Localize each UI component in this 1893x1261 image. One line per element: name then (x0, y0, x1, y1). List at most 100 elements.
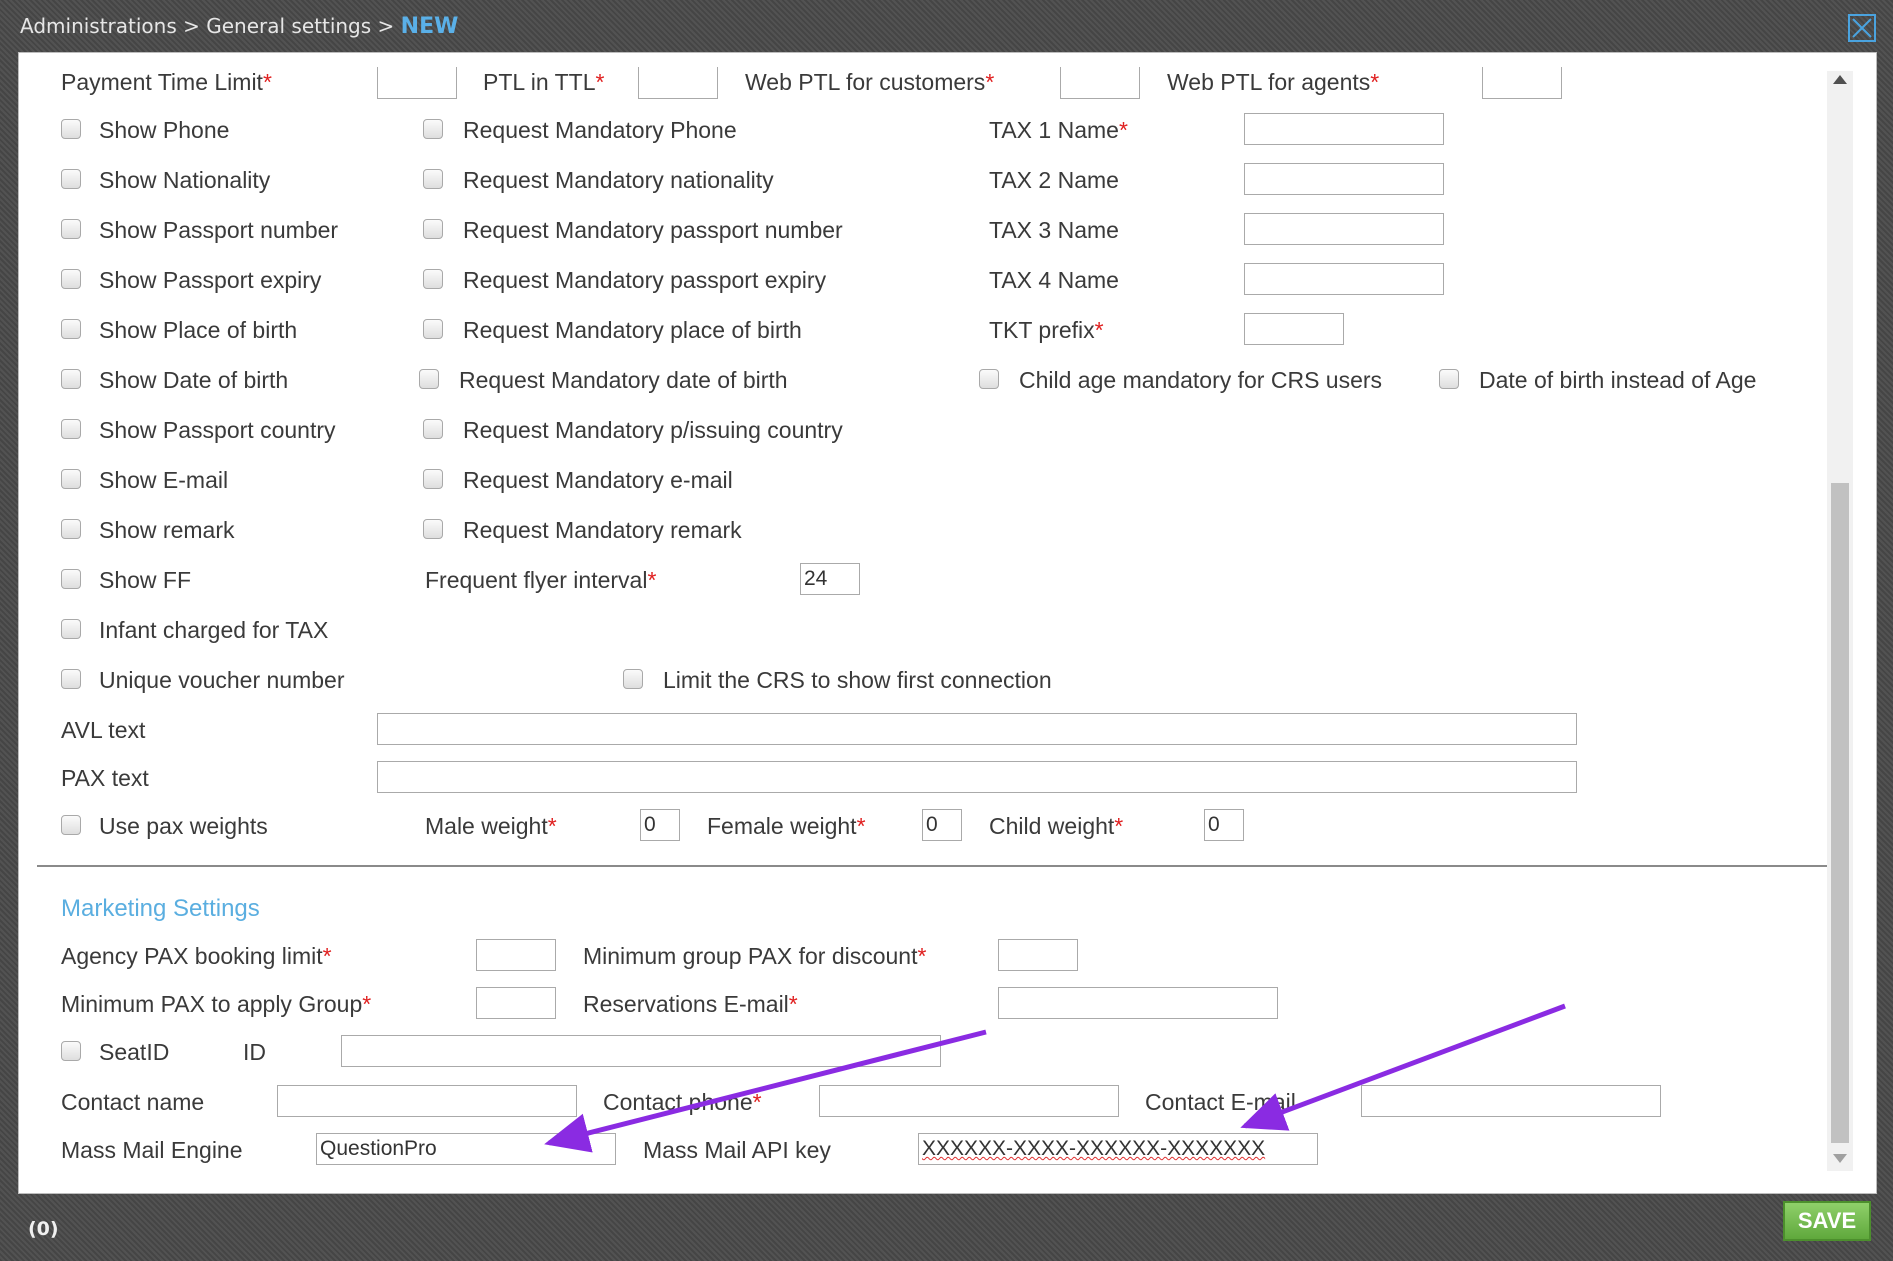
min-pax-group-label: Minimum PAX to apply Group* (61, 991, 372, 1017)
show-date-of-birth-label: Show Date of birth (99, 367, 289, 393)
tax2-label: TAX 2 Name (989, 167, 1119, 193)
show-place-of-birth-checkbox[interactable] (61, 319, 81, 339)
show-passport-country-label: Show Passport country (99, 417, 336, 443)
mandatory-issuing-country-checkbox[interactable] (423, 419, 443, 439)
scroll-down-icon[interactable] (1833, 1154, 1847, 1163)
min-group-pax-input[interactable] (998, 939, 1078, 971)
contact-email-input[interactable] (1361, 1085, 1661, 1117)
settings-panel: Payment Time Limit* PTL in TTL* Web PTL … (18, 52, 1877, 1194)
web-ptl-agents-label: Web PTL for agents* (1167, 69, 1380, 95)
status-count: (0) (28, 1218, 59, 1240)
mandatory-passport-number-checkbox[interactable] (423, 219, 443, 239)
payment-time-limit-input[interactable] (377, 67, 457, 99)
mandatory-phone-checkbox[interactable] (423, 119, 443, 139)
payment-time-limit-label: Payment Time Limit* (61, 69, 272, 95)
infant-charged-tax-checkbox[interactable] (61, 619, 81, 639)
show-phone-label: Show Phone (99, 117, 230, 143)
tax1-input[interactable] (1244, 113, 1444, 145)
frequent-flyer-input[interactable]: 24 (800, 563, 860, 595)
child-weight-input[interactable]: 0 (1204, 809, 1244, 841)
title-bar: Administrations > General settings > NEW (0, 0, 1893, 52)
mandatory-email-checkbox[interactable] (423, 469, 443, 489)
save-button[interactable]: SAVE (1783, 1201, 1871, 1241)
show-passport-expiry-checkbox[interactable] (61, 269, 81, 289)
min-pax-group-input[interactable] (476, 987, 556, 1019)
contact-email-label: Contact E-mail (1145, 1089, 1296, 1115)
mandatory-remark-label: Request Mandatory remark (463, 517, 742, 543)
show-email-checkbox[interactable] (61, 469, 81, 489)
unique-voucher-checkbox[interactable] (61, 669, 81, 689)
scroll-up-icon[interactable] (1833, 75, 1847, 84)
contact-name-label: Contact name (61, 1089, 205, 1115)
child-age-mandatory-label: Child age mandatory for CRS users (1019, 367, 1383, 393)
mandatory-passport-number-label: Request Mandatory passport number (463, 217, 843, 243)
tkt-prefix-label: TKT prefix* (989, 317, 1104, 343)
pax-text-input[interactable] (377, 761, 1577, 793)
reservations-email-input[interactable] (998, 987, 1278, 1019)
web-ptl-customers-input[interactable] (1060, 67, 1140, 99)
api-key-value: XXXXXX-XXXX-XXXXXX-XXXXXXX (922, 1137, 1266, 1160)
mandatory-passport-expiry-checkbox[interactable] (423, 269, 443, 289)
show-date-of-birth-checkbox[interactable] (61, 369, 81, 389)
mandatory-date-of-birth-checkbox[interactable] (419, 369, 439, 389)
mandatory-remark-checkbox[interactable] (423, 519, 443, 539)
use-pax-weights-checkbox[interactable] (61, 815, 81, 835)
tkt-prefix-input[interactable] (1244, 313, 1344, 345)
mandatory-phone-label: Request Mandatory Phone (463, 117, 737, 143)
mandatory-passport-expiry-label: Request Mandatory passport expiry (463, 267, 827, 293)
show-place-of-birth-label: Show Place of birth (99, 317, 298, 343)
unique-voucher-label: Unique voucher number (99, 667, 345, 693)
infant-charged-tax-label: Infant charged for TAX (99, 617, 329, 643)
mass-mail-api-key-input[interactable]: XXXXXX-XXXX-XXXXXX-XXXXXXX (918, 1133, 1318, 1165)
show-passport-expiry-label: Show Passport expiry (99, 267, 322, 293)
limit-crs-label: Limit the CRS to show first connection (663, 667, 1052, 693)
mandatory-issuing-country-label: Request Mandatory p/issuing country (463, 417, 843, 443)
web-ptl-agents-input[interactable] (1482, 67, 1562, 99)
show-passport-number-checkbox[interactable] (61, 219, 81, 239)
breadcrumb-path: Administrations > General settings > (20, 14, 401, 38)
show-nationality-checkbox[interactable] (61, 169, 81, 189)
dob-instead-age-label: Date of birth instead of Age (1479, 367, 1757, 393)
close-icon[interactable] (1848, 14, 1876, 42)
mass-mail-engine-input[interactable]: QuestionPro (316, 1133, 616, 1165)
contact-name-input[interactable] (277, 1085, 577, 1117)
mandatory-nationality-label: Request Mandatory nationality (463, 167, 774, 193)
breadcrumb: Administrations > General settings > NEW (20, 14, 458, 39)
mass-mail-engine-label: Mass Mail Engine (61, 1137, 243, 1163)
tax4-input[interactable] (1244, 263, 1444, 295)
tax2-input[interactable] (1244, 163, 1444, 195)
id-input[interactable] (341, 1035, 941, 1067)
scrollbar-thumb[interactable] (1831, 483, 1849, 1143)
agency-pax-limit-input[interactable] (476, 939, 556, 971)
pax-text-label: PAX text (61, 765, 149, 791)
male-weight-input[interactable]: 0 (640, 809, 680, 841)
breadcrumb-current: NEW (400, 14, 459, 39)
mandatory-date-of-birth-label: Request Mandatory date of birth (459, 367, 788, 393)
section-divider (37, 865, 1827, 867)
show-passport-number-label: Show Passport number (99, 217, 339, 243)
male-weight-label: Male weight* (425, 813, 557, 839)
show-passport-country-checkbox[interactable] (61, 419, 81, 439)
avl-text-input[interactable] (377, 713, 1577, 745)
mandatory-place-of-birth-checkbox[interactable] (423, 319, 443, 339)
agency-pax-limit-label: Agency PAX booking limit* (61, 943, 332, 969)
show-phone-checkbox[interactable] (61, 119, 81, 139)
seat-id-checkbox[interactable] (61, 1041, 81, 1061)
limit-crs-checkbox[interactable] (623, 669, 643, 689)
ptl-in-ttl-input[interactable] (638, 67, 718, 99)
show-remark-checkbox[interactable] (61, 519, 81, 539)
child-age-mandatory-checkbox[interactable] (979, 369, 999, 389)
contact-phone-input[interactable] (819, 1085, 1119, 1117)
tax4-label: TAX 4 Name (989, 267, 1119, 293)
child-weight-label: Child weight* (989, 813, 1124, 839)
id-label: ID (243, 1039, 266, 1065)
show-nationality-label: Show Nationality (99, 167, 271, 193)
reservations-email-label: Reservations E-mail* (583, 991, 798, 1017)
mandatory-nationality-checkbox[interactable] (423, 169, 443, 189)
dob-instead-age-checkbox[interactable] (1439, 369, 1459, 389)
show-remark-label: Show remark (99, 517, 235, 543)
show-ff-checkbox[interactable] (61, 569, 81, 589)
vertical-scrollbar[interactable] (1827, 71, 1853, 1171)
tax3-input[interactable] (1244, 213, 1444, 245)
female-weight-input[interactable]: 0 (922, 809, 962, 841)
